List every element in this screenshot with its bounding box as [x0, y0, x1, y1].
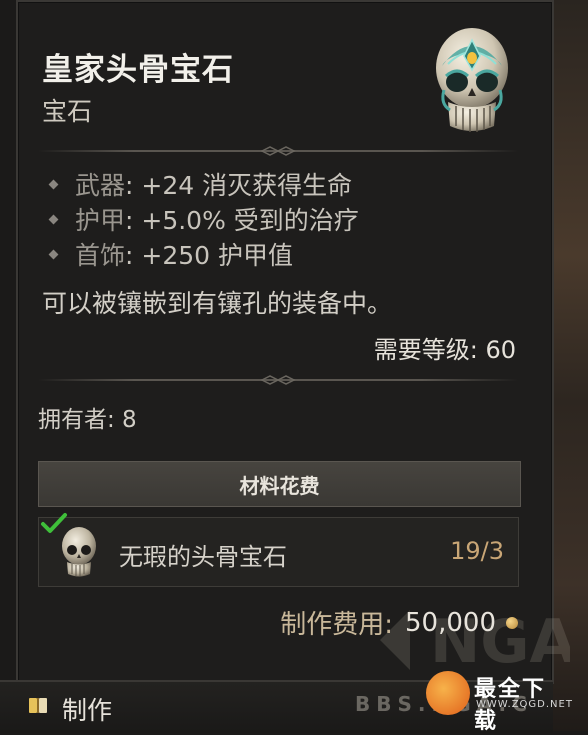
material-name: 无瑕的头骨宝石 [119, 543, 287, 571]
craft-book-icon [29, 698, 47, 713]
item-type: 宝石 [42, 97, 93, 126]
material-row[interactable]: 无瑕的头骨宝石 19/3 [38, 513, 519, 587]
affix-armor: 护甲 : +5.0% 受到的治疗 [46, 201, 359, 237]
site-logo-subtitle: WWW.ZQGD.NET [476, 699, 573, 710]
crafting-cost-value: 50,000 [405, 607, 496, 638]
socket-description: 可以被镶嵌到有镶孔的装备中。 [42, 289, 393, 318]
affix-value: : +24 消灭获得生命 [125, 171, 353, 200]
craft-button[interactable]: 制作 [62, 691, 112, 727]
affix-jewelry: 首饰 : +250 护甲值 [46, 236, 293, 272]
materials-header: 材料花费 [38, 461, 521, 507]
item-name: 皇家头骨宝石 [42, 52, 234, 88]
affix-value: : +250 护甲值 [125, 241, 293, 270]
site-logo: 最全下载 WWW.ZQGD.NET [418, 667, 572, 734]
affix-slot: 武器 [75, 171, 126, 200]
crafting-cost-label: 制作费用: [280, 610, 394, 640]
affix-slot: 首饰 [75, 241, 126, 270]
affix-slot: 护甲 [75, 206, 126, 235]
gold-coin-icon [506, 616, 518, 629]
flawless-skull-gem-icon [62, 527, 96, 577]
required-level: 需要等级: 60 [373, 336, 516, 364]
section-divider [38, 375, 518, 385]
bullet-diamond-icon [48, 214, 59, 224]
affix-weapon: 武器 : +24 消灭获得生命 [46, 166, 352, 202]
material-count: 19/3 [450, 537, 504, 565]
crafting-cost: 制作费用: 50,000 [280, 604, 518, 641]
section-divider [38, 146, 518, 156]
royal-skull-gem-icon [436, 28, 508, 132]
bullet-diamond-icon [48, 249, 59, 259]
bullet-diamond-icon [48, 179, 59, 189]
owned-count: 拥有者: 8 [38, 407, 137, 433]
affix-value: : +5.0% 受到的治疗 [125, 206, 359, 235]
download-logo-icon [426, 671, 470, 715]
